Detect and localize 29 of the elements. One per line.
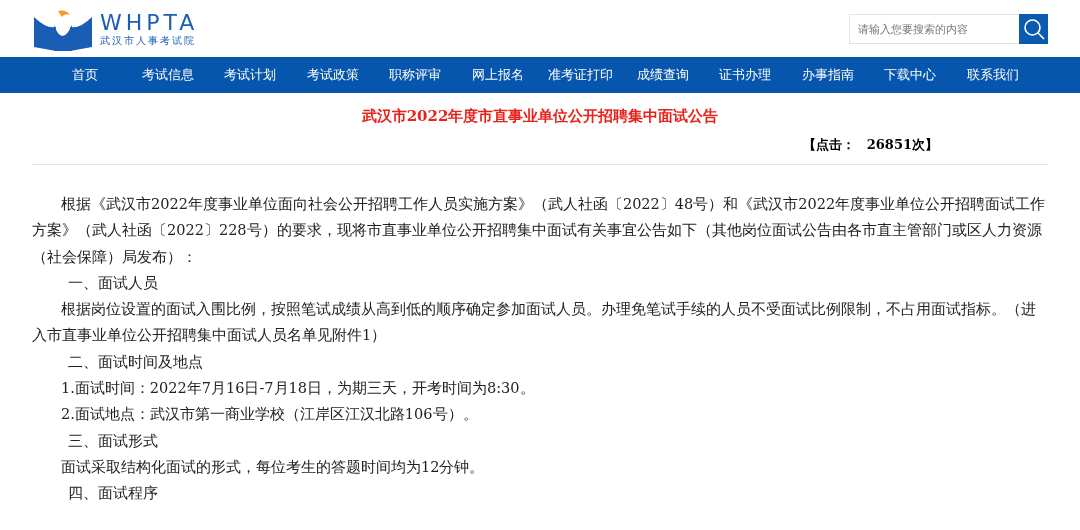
nav-link[interactable]: 证书办理 xyxy=(704,66,787,84)
section-heading: 四、面试程序 xyxy=(66,484,159,504)
nav-link[interactable]: 网上报名 xyxy=(456,66,539,84)
nav-link[interactable]: 办事指南 xyxy=(786,66,869,84)
paragraph: 2.面试地点：武汉市第一商业学校（江岸区江汉北路106号）。 xyxy=(60,405,479,425)
search-field[interactable]: 请输入您要搜索的内容 xyxy=(849,13,1019,44)
paragraph: 根据岗位设置的面试入围比例，按照笔试成绩从高到低的顺序确定参加面试人员。办理免笔试手续的人员不受面试比例限制，不占用面试指标。（进入市直事业单位公开招聘集中面试人员名单见附件1） xyxy=(32,300,1037,346)
nav-link[interactable]: 准考证打印 xyxy=(539,66,622,84)
clicks-count: 26851次】 xyxy=(866,136,938,154)
clicks-label: 【点击： xyxy=(802,136,855,154)
article-title: 武汉市2022年度市直事业单位公开招聘集中面试公告 xyxy=(360,106,720,126)
paragraph: 根据《武汉市2022年度事业单位面向社会公开招聘工作人员实施方案》（武人社函〔2022〕48号）和《武汉市2022年度事业单位公开招聘面试工作方案》（武人社函〔2022〕228号）的要求，现将市直事业单位公开招聘集中面试有关事宜公告如下（其他岗位面试公告由各市直主管部门或区人力资源（社会保障）局发布）： xyxy=(32,195,1047,267)
nav-link[interactable]: 首页 xyxy=(44,66,127,84)
nav-link[interactable]: 下载中心 xyxy=(869,66,952,84)
paragraph: 面试采取结构化面试的形式，每位考生的答题时间均为12分钟。 xyxy=(60,457,486,477)
nav-link[interactable]: 考试计划 xyxy=(209,66,292,84)
search-icon xyxy=(1022,17,1045,40)
nav-link[interactable]: 考试信息 xyxy=(126,66,209,84)
section-heading: 一、面试人员 xyxy=(66,273,159,293)
section-heading: 二、面试时间及地点 xyxy=(66,352,204,372)
nav-link[interactable]: 考试政策 xyxy=(291,66,374,84)
nav-link[interactable]: 成绩查询 xyxy=(621,66,704,84)
nav-link[interactable]: 联系我们 xyxy=(951,66,1034,84)
section-heading: 三、面试形式 xyxy=(66,431,159,451)
nav-link[interactable]: 职称评审 xyxy=(374,66,457,84)
search-button[interactable] xyxy=(1019,13,1048,44)
logo-text: WHPTA xyxy=(100,10,199,35)
logo-subtitle: 武汉市人事考试院 xyxy=(100,34,197,47)
paragraph: 1.面试时间：2022年7月16日-7月18日，为期三天，开考时间为8:30。 xyxy=(60,379,536,399)
